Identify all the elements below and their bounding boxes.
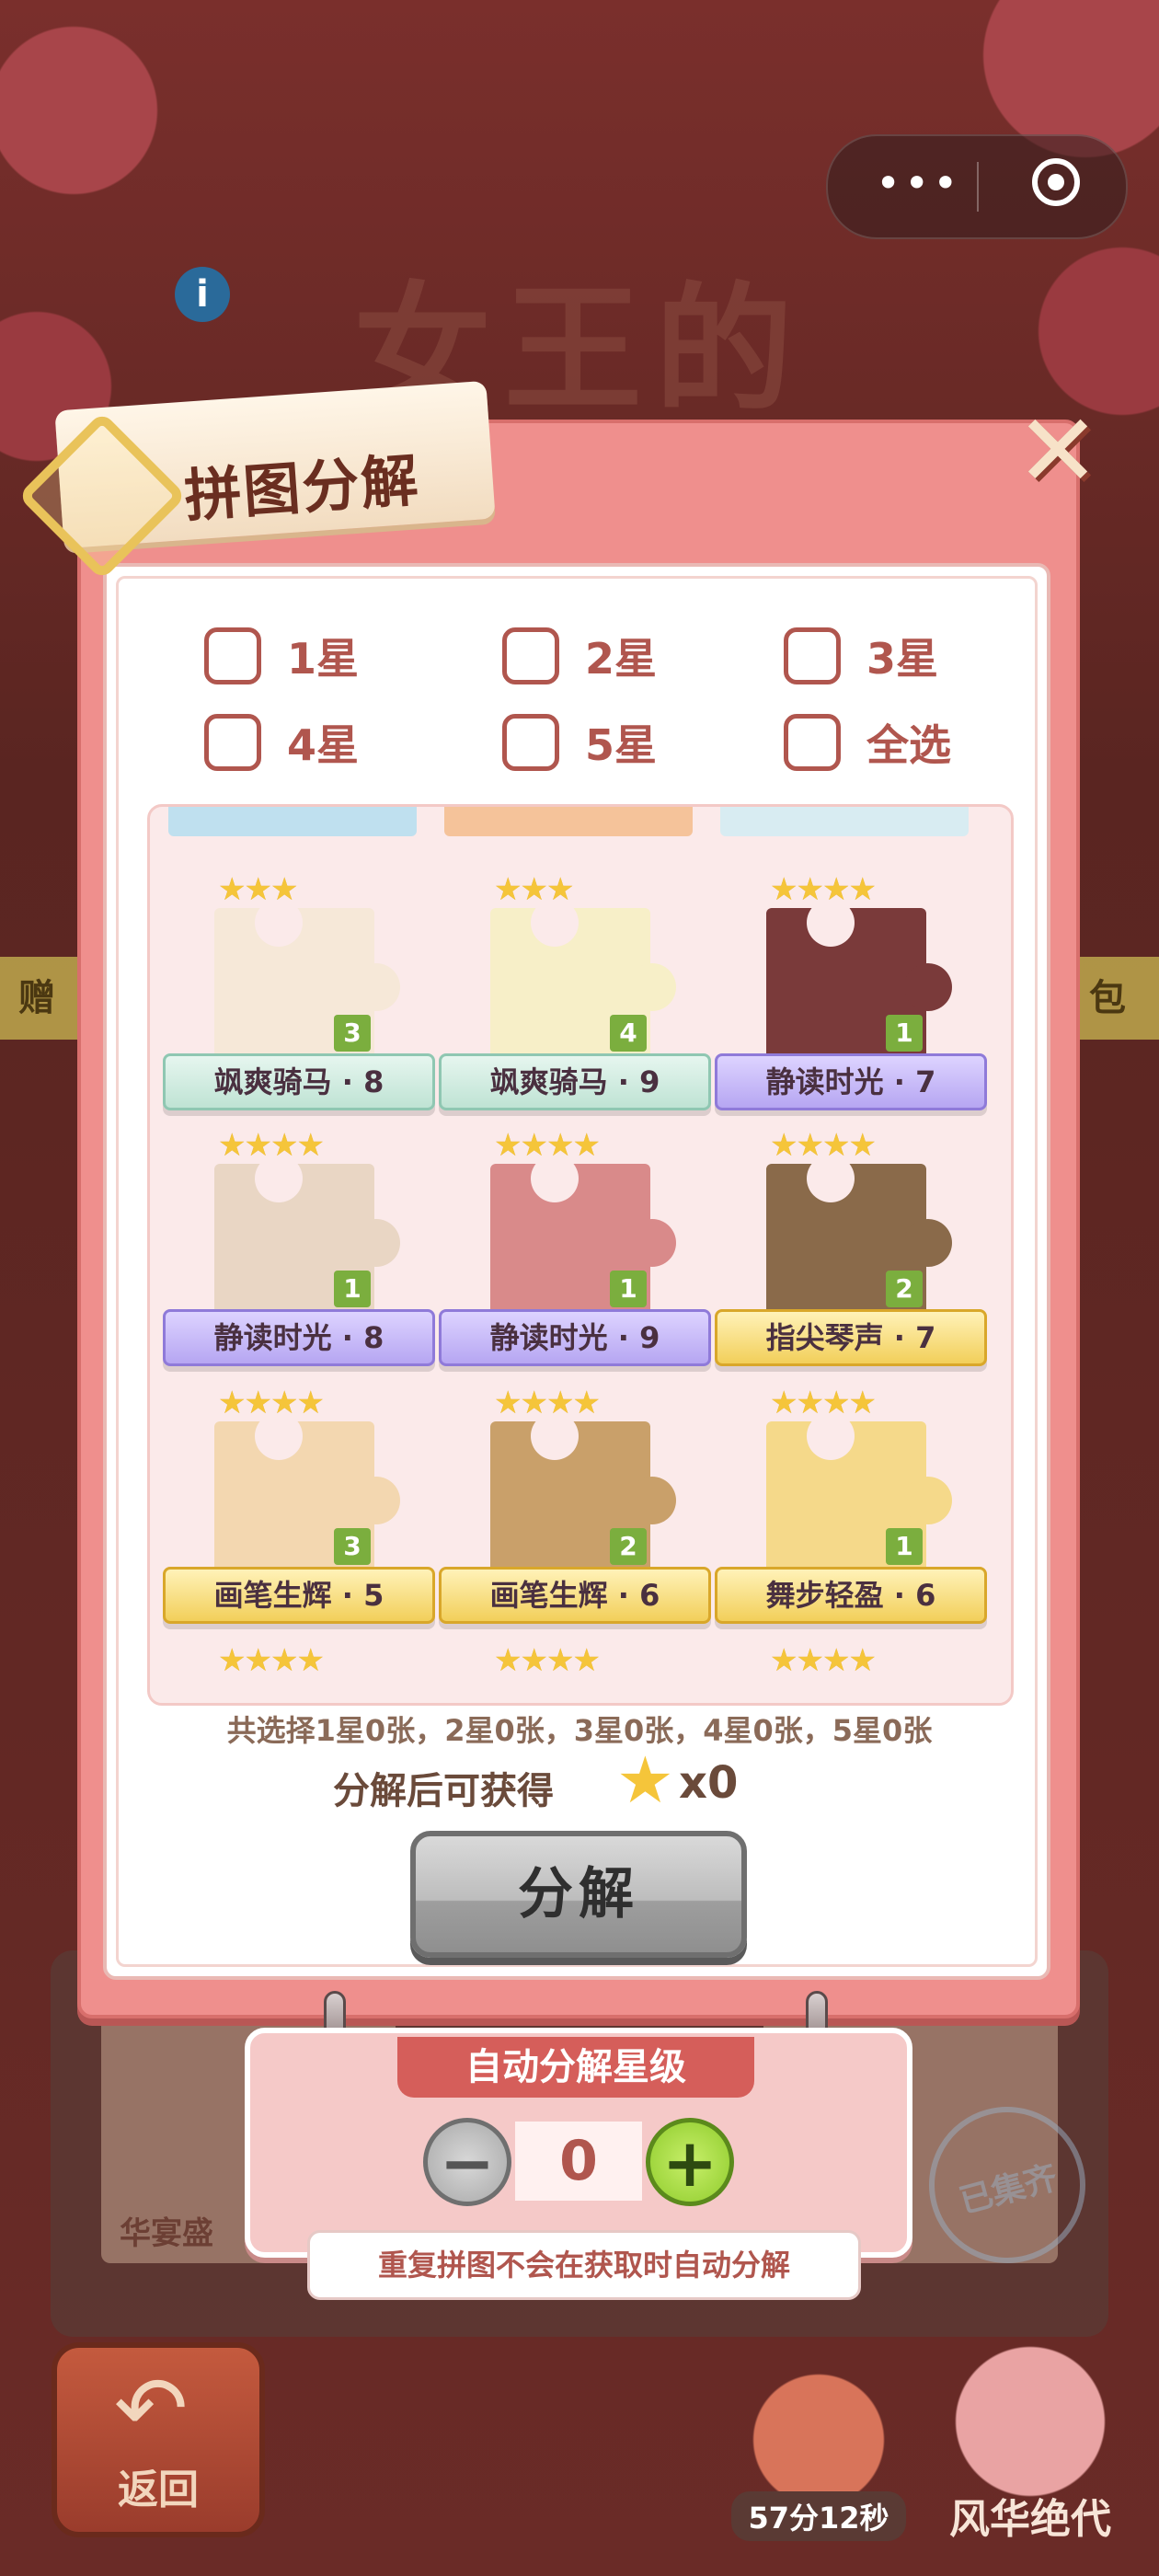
piece-count-badge: 4	[610, 1015, 647, 1052]
puzzle-knob	[352, 1477, 400, 1524]
puzzle-knob	[352, 963, 400, 1011]
puzzle-piece[interactable]: ★★★★ 1 静读时光 · 9	[439, 1127, 711, 1375]
puzzle-knob	[904, 1477, 952, 1524]
filter-3-star[interactable]: 3星	[784, 624, 938, 688]
event-timer-badge[interactable]: 57分12秒	[731, 2366, 906, 2550]
rarity-stars: ★★★★	[218, 1127, 325, 1164]
piece-count-badge: 2	[610, 1528, 647, 1565]
checkbox[interactable]	[784, 714, 841, 771]
checkbox[interactable]	[784, 627, 841, 684]
obtain-label: 分解后可获得	[333, 1770, 554, 1812]
selection-summary: 共选择1星0张，2星0张，3星0张，4星0张，5星0张	[226, 1713, 933, 1748]
piece-count-badge: 1	[610, 1271, 647, 1307]
piece-name-ribbon: 指尖琴声 · 7	[715, 1309, 987, 1366]
puzzle-piece-peek: ★★★★	[770, 1642, 877, 1679]
partial-ribbon	[720, 807, 969, 836]
puzzle-piece[interactable]: ★★★★ 1 静读时光 · 8	[163, 1127, 435, 1375]
puzzle-piece[interactable]: ★★★★ 3 画笔生辉 · 5	[163, 1385, 435, 1633]
puzzle-piece-peek: ★★★★	[494, 1642, 601, 1679]
partial-ribbon	[168, 807, 417, 836]
piece-name-ribbon: 画笔生辉 · 5	[163, 1567, 435, 1624]
rarity-stars: ★★★★	[494, 1385, 601, 1421]
puzzle-knob	[904, 963, 952, 1011]
back-button[interactable]: ↶ 返回	[52, 2342, 265, 2537]
puzzle-knob	[904, 1219, 952, 1267]
decompose-button[interactable]: 分解	[410, 1831, 747, 1958]
piece-name-ribbon: 飒爽骑马 · 8	[163, 1053, 435, 1110]
obtain-value: x0	[679, 1757, 739, 1809]
piece-count-badge: 1	[334, 1271, 371, 1307]
increase-button[interactable]: +	[646, 2118, 734, 2206]
decrease-button[interactable]: −	[423, 2118, 511, 2206]
close-icon[interactable]: ✕	[1012, 400, 1104, 501]
auto-star-level-value: 0	[515, 2122, 642, 2201]
modal-title: 拼图分解	[182, 446, 422, 530]
back-arrow-icon: ↶	[114, 2357, 189, 2460]
rarity-stars: ★★★★	[770, 1127, 877, 1164]
star-icon: ★	[616, 1742, 674, 1818]
piece-name-ribbon: 画笔生辉 · 6	[439, 1567, 711, 1624]
back-label: 返回	[118, 2467, 199, 2513]
checkbox[interactable]	[502, 714, 559, 771]
character-label: 风华绝代	[949, 2496, 1111, 2543]
rarity-stars: ★★★★	[770, 1385, 877, 1421]
mini-program-capsule: •••	[826, 134, 1128, 239]
piece-name-ribbon: 静读时光 · 8	[163, 1309, 435, 1366]
rarity-stars: ★★★★	[494, 1127, 601, 1164]
close-miniprogram-icon[interactable]	[1032, 158, 1080, 206]
rarity-stars: ★★★	[494, 871, 574, 908]
piece-count-badge: 1	[886, 1015, 923, 1052]
more-icon[interactable]: •••	[876, 162, 961, 204]
puzzle-knob	[628, 1219, 676, 1267]
info-button[interactable]: i	[175, 267, 230, 322]
auto-decompose-note: 重复拼图不会在获取时自动分解	[307, 2230, 861, 2300]
puzzle-piece[interactable]: ★★★ 4 飒爽骑马 · 9	[439, 871, 711, 1120]
rarity-stars: ★★★★	[218, 1385, 325, 1421]
piece-count-badge: 2	[886, 1271, 923, 1307]
puzzle-piece-peek: ★★★★	[218, 1642, 325, 1679]
event-timer: 57分12秒	[731, 2491, 906, 2541]
character-badge[interactable]: 风华绝代	[929, 2337, 1131, 2548]
piece-count-badge: 1	[886, 1528, 923, 1565]
filter-4-star[interactable]: 4星	[204, 710, 359, 775]
piece-count-badge: 3	[334, 1528, 371, 1565]
background-card-label: 华宴盛	[120, 2215, 213, 2252]
filter-2-star[interactable]: 2星	[502, 624, 657, 688]
auto-decompose-title: 自动分解星级	[397, 2037, 754, 2098]
capsule-divider	[977, 162, 979, 212]
filter-5-star[interactable]: 5星	[502, 710, 657, 775]
puzzle-knob	[628, 1477, 676, 1524]
puzzle-piece[interactable]: ★★★★ 1 舞步轻盈 · 6	[715, 1385, 987, 1633]
puzzle-piece[interactable]: ★★★ 3 飒爽骑马 · 8	[163, 871, 435, 1120]
checkbox[interactable]	[204, 714, 261, 771]
piece-count-badge: 3	[334, 1015, 371, 1052]
filter-1-star[interactable]: 1星	[204, 624, 359, 688]
piece-name-ribbon: 舞步轻盈 · 6	[715, 1567, 987, 1624]
puzzle-piece[interactable]: ★★★★ 2 指尖琴声 · 7	[715, 1127, 987, 1375]
checkbox[interactable]	[204, 627, 261, 684]
filter-select-all[interactable]: 全选	[784, 710, 951, 775]
puzzle-piece[interactable]: ★★★★ 2 画笔生辉 · 6	[439, 1385, 711, 1633]
puzzle-grid[interactable]: ★★★ 3 飒爽骑马 · 8 ★★★ 4 飒爽骑马 · 9 ★★★★ 1 静读时光 · 7 ★★★…	[147, 804, 1014, 1706]
rarity-stars: ★★★★	[770, 871, 877, 908]
puzzle-knob	[352, 1219, 400, 1267]
piece-name-ribbon: 飒爽骑马 · 9	[439, 1053, 711, 1110]
partial-ribbon	[444, 807, 693, 836]
checkbox[interactable]	[502, 627, 559, 684]
piece-name-ribbon: 静读时光 · 7	[715, 1053, 987, 1110]
piece-name-ribbon: 静读时光 · 9	[439, 1309, 711, 1366]
puzzle-piece[interactable]: ★★★★ 1 静读时光 · 7	[715, 871, 987, 1120]
right-side-tag[interactable]: 包	[1067, 957, 1159, 1040]
rarity-stars: ★★★	[218, 871, 298, 908]
puzzle-knob	[628, 963, 676, 1011]
